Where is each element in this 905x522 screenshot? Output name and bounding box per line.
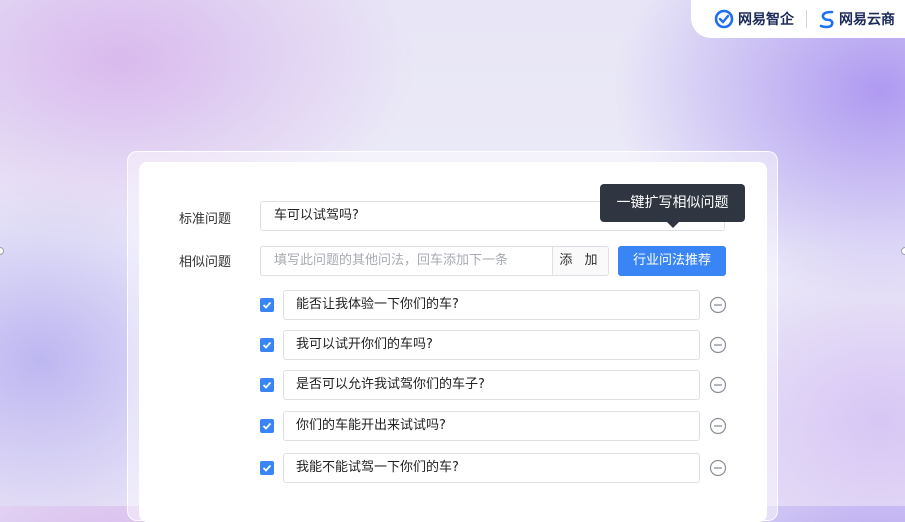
similar-item: 我可以试开你们的车吗? [260, 330, 730, 362]
netease-zhiqi-logo-icon [714, 9, 734, 29]
standard-question-label: 标准问题 [179, 212, 232, 227]
item-input[interactable]: 是否可以允许我试驾你们的车子? [283, 370, 700, 400]
edge-handle-right [901, 247, 905, 255]
brand-netease-yunshang: 网易云商 [819, 9, 895, 29]
minus-circle-icon[interactable] [709, 459, 727, 477]
check-icon [262, 464, 272, 472]
minus-circle-icon[interactable] [709, 417, 727, 435]
minus-circle-icon[interactable] [709, 296, 727, 314]
similar-item: 你们的车能开出来试试吗? [260, 411, 730, 443]
similar-item: 是否可以允许我试驾你们的车子? [260, 370, 730, 402]
netease-yunshang-logo-icon [819, 10, 834, 29]
similar-item: 能否让我体验一下你们的车? [260, 290, 730, 322]
add-button[interactable]: 添 加 [552, 246, 609, 276]
item-input[interactable]: 能否让我体验一下你们的车? [283, 290, 700, 320]
item-checkbox[interactable] [260, 419, 274, 433]
item-checkbox[interactable] [260, 338, 274, 352]
brand-divider [806, 10, 807, 28]
item-checkbox[interactable] [260, 298, 274, 312]
similar-question-input[interactable]: 填写此问题的其他问法，回车添加下一条 [260, 246, 553, 276]
check-icon [262, 301, 272, 309]
item-checkbox[interactable] [260, 461, 274, 475]
minus-circle-icon[interactable] [709, 376, 727, 394]
item-input[interactable]: 你们的车能开出来试试吗? [283, 411, 700, 441]
check-icon [262, 381, 272, 389]
brand-netease-zhiqi: 网易智企 [714, 9, 794, 29]
item-checkbox[interactable] [260, 378, 274, 392]
industry-recommend-button[interactable]: 行业问法推荐 [618, 246, 726, 276]
expand-tooltip: 一键扩写相似问题 [600, 184, 745, 222]
brand-bar: 网易智企 网易云商 [691, 0, 905, 38]
brand-left-name: 网易智企 [738, 12, 794, 28]
item-input[interactable]: 我能不能试驾一下你们的车? [283, 453, 700, 483]
similar-item: 我能不能试驾一下你们的车? [260, 453, 730, 485]
item-input[interactable]: 我可以试开你们的车吗? [283, 330, 700, 360]
minus-circle-icon[interactable] [709, 336, 727, 354]
similar-question-label: 相似问题 [179, 255, 232, 270]
edge-handle-left [0, 247, 4, 255]
check-icon [262, 422, 272, 430]
tooltip-arrow [667, 222, 679, 228]
brand-right-name: 网易云商 [839, 12, 895, 28]
check-icon [262, 341, 272, 349]
